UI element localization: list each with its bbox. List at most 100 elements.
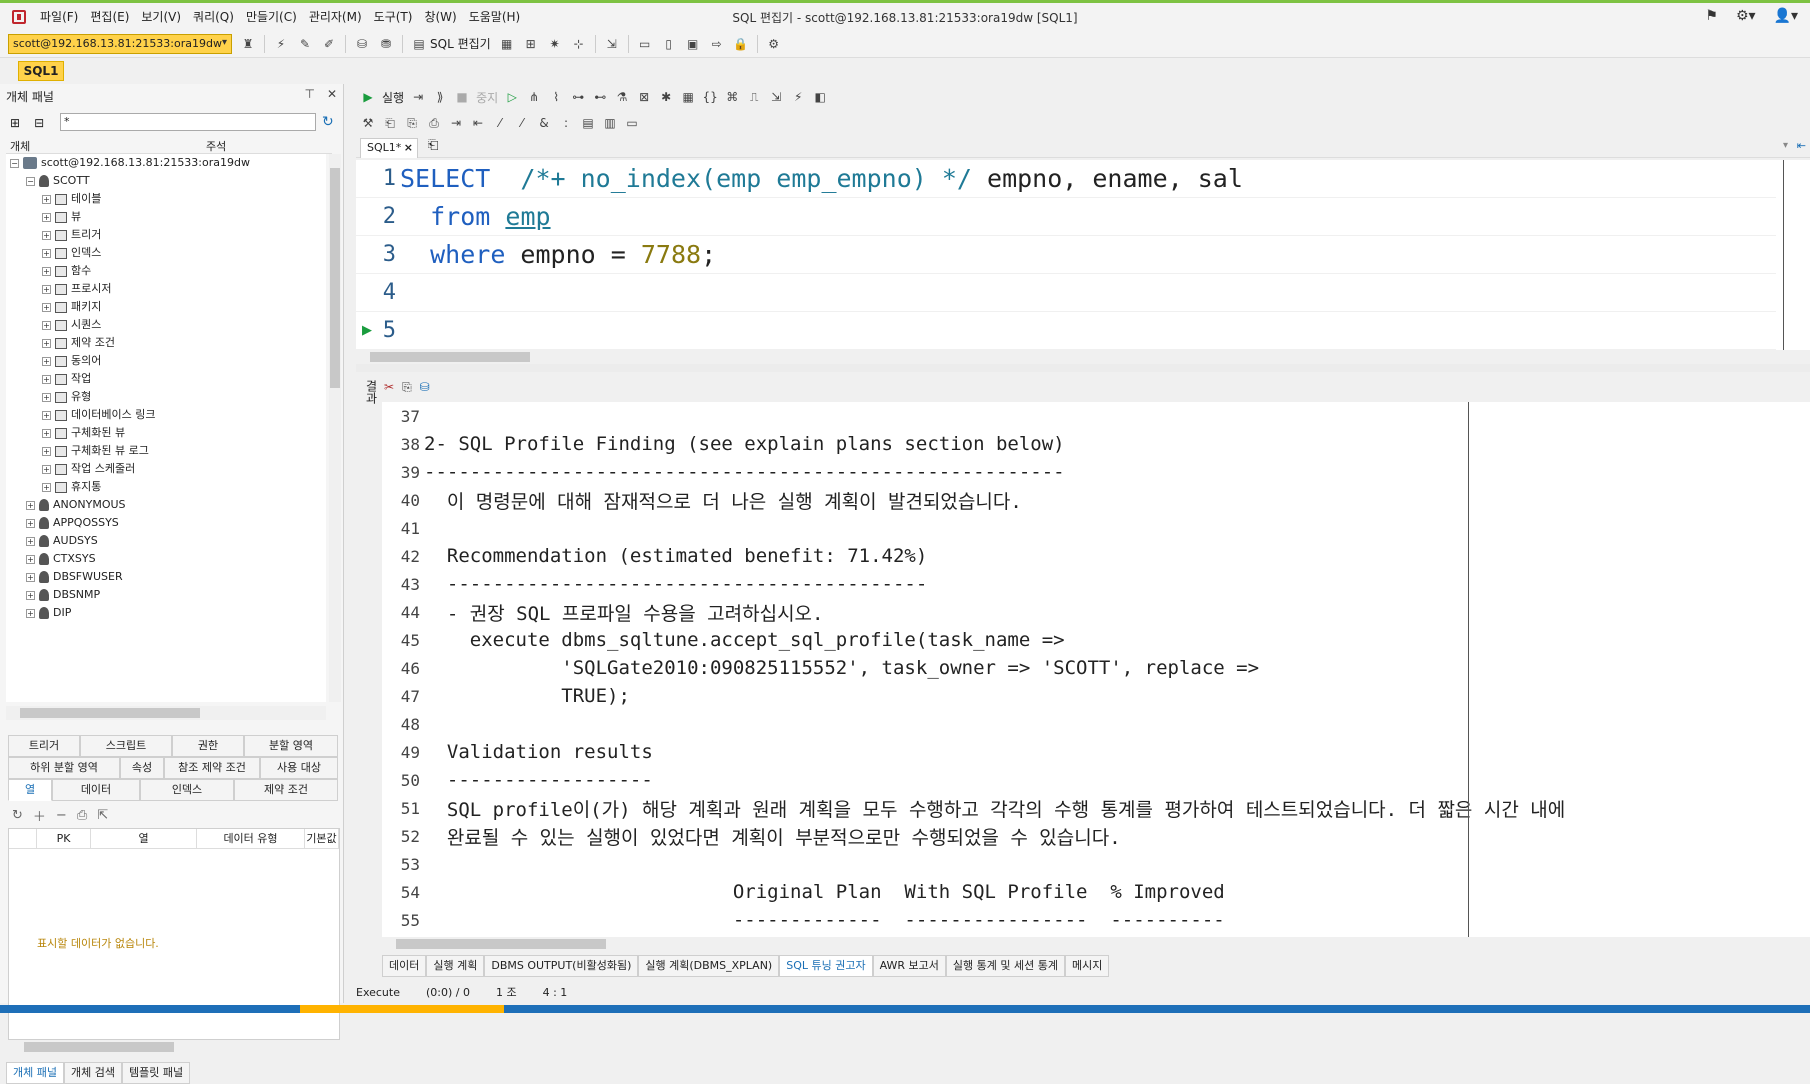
expand-icon[interactable]: + — [26, 554, 35, 564]
grid-mode-icon[interactable]: ▦ — [680, 89, 696, 105]
grid-col-column[interactable]: 열 — [91, 829, 197, 848]
print-icon[interactable]: ⎙ — [77, 808, 87, 823]
layout-icon[interactable]: ▥ — [602, 115, 618, 131]
close-icon[interactable]: × — [404, 139, 413, 157]
menu-view[interactable]: 보기(V) — [135, 8, 187, 25]
prop-tab-column[interactable]: 열 — [8, 779, 52, 801]
refresh-icon[interactable]: ↻ — [322, 114, 334, 130]
grid-horizontal-scrollbar[interactable] — [8, 1040, 340, 1054]
tree-item-object-type[interactable]: + 작업 — [42, 370, 91, 388]
options-icon[interactable]: ⚙ — [766, 36, 782, 52]
trace-icon[interactable]: ⌇ — [548, 89, 564, 105]
expand-icon[interactable]: + — [42, 338, 51, 348]
sql-editor[interactable]: 1 SELECT /*+ no_index(emp emp_empno) */ … — [356, 160, 1810, 350]
layout-horizontal-icon[interactable]: ▭ — [637, 36, 653, 52]
tree-item-object-type[interactable]: + 구체화된 뷰 로그 — [42, 442, 149, 460]
monitor-icon[interactable]: ⇲ — [604, 36, 620, 52]
indent-icon[interactable]: ⇥ — [448, 115, 464, 131]
panel-tab-templates[interactable]: 템플릿 패널 — [121, 1062, 191, 1084]
tree-item-object-type[interactable]: + 뷰 — [42, 208, 81, 226]
uncomment-icon[interactable]: ⁄ — [514, 115, 530, 131]
bug-icon[interactable]: ✱ — [658, 89, 674, 105]
tree-item-schema[interactable]: + APPQOSSYS — [26, 514, 119, 532]
tree-item-schema[interactable]: + AUDSYS — [26, 532, 98, 550]
ampersand-icon[interactable]: & — [536, 115, 552, 131]
awr-icon[interactable]: ⊠ — [636, 89, 652, 105]
menu-admin[interactable]: 관리자(M) — [303, 8, 368, 25]
result-tab[interactable]: DBMS OUTPUT(비활성화됨) — [484, 955, 639, 977]
tree-horizontal-scrollbar[interactable] — [6, 706, 326, 720]
expand-icon[interactable]: + — [42, 266, 51, 276]
expand-icon[interactable]: + — [42, 284, 51, 294]
tab-list-icon[interactable]: ▾ — [1783, 140, 1788, 151]
scrollbar-thumb[interactable] — [20, 708, 200, 718]
commit-icon[interactable]: ⛁ — [354, 36, 370, 52]
settings-gear-icon[interactable]: ⚙▾ — [1736, 8, 1756, 24]
tree-item-object-type[interactable]: + 함수 — [42, 262, 91, 280]
form-icon[interactable]: ▤ — [580, 115, 596, 131]
prop-tab-attribute[interactable]: 속성 — [120, 757, 164, 779]
debug-icon[interactable]: ✷ — [547, 36, 563, 52]
expand-icon[interactable]: + — [42, 212, 51, 222]
tree-item-object-type[interactable]: + 테이블 — [42, 190, 101, 208]
menu-window[interactable]: 창(W) — [418, 8, 462, 25]
expand-icon[interactable]: + — [42, 356, 51, 366]
expand-all-icon[interactable]: ⊞ — [10, 116, 20, 130]
run-icon[interactable]: ▶ — [360, 89, 376, 105]
export-icon[interactable]: ⇨ — [709, 36, 725, 52]
prop-tab-ref-constraint[interactable]: 참조 제약 조건 — [164, 757, 260, 779]
expand-icon[interactable]: + — [42, 248, 51, 258]
connection-select[interactable]: scott@192.168.13.81:21533:ora19dw ▾ — [8, 33, 232, 54]
results-horizontal-scrollbar[interactable] — [382, 937, 1810, 951]
tree-item-object-type[interactable]: + 유형 — [42, 388, 91, 406]
new-icon[interactable]: ⎗ — [382, 115, 398, 131]
sql-icon[interactable]: ⚡ — [790, 89, 806, 105]
lamp-icon[interactable]: ♜ — [240, 36, 256, 52]
menu-help[interactable]: 도움말(H) — [463, 8, 527, 25]
object-filter-input[interactable]: * — [60, 113, 316, 131]
tree-vertical-scrollbar[interactable] — [329, 154, 341, 702]
layout-vertical-icon[interactable]: ▯ — [661, 36, 677, 52]
tree-item-schema[interactable]: + ANONYMOUS — [26, 496, 126, 514]
stop-button[interactable]: 중지 — [476, 89, 498, 106]
expand-icon[interactable]: + — [42, 464, 51, 474]
rollback-icon[interactable]: ⛃ — [378, 36, 394, 52]
refresh-icon[interactable]: ↻ — [12, 808, 23, 823]
add-icon[interactable]: ＋ — [33, 806, 46, 825]
editor-horizontal-scrollbar[interactable] — [356, 350, 1810, 364]
expand-icon[interactable]: + — [42, 194, 51, 204]
import-icon[interactable]: ⇲ — [768, 89, 784, 105]
connect-icon[interactable]: ⚡ — [273, 36, 289, 52]
prop-tab-trigger[interactable]: 트리거 — [8, 735, 80, 757]
result-tab[interactable]: AWR 보고서 — [872, 955, 946, 977]
scrollbar-thumb[interactable] — [370, 352, 530, 362]
result-tab[interactable]: 메시지 — [1065, 955, 1110, 977]
scrollbar-thumb[interactable] — [330, 168, 340, 388]
prop-tab-data[interactable]: 데이터 — [52, 779, 140, 801]
collapse-icon[interactable]: − — [26, 176, 35, 186]
expand-icon[interactable]: + — [26, 536, 35, 546]
tree-item-schema[interactable]: + CTXSYS — [26, 550, 96, 568]
outdent-icon[interactable]: ⇤ — [470, 115, 486, 131]
tree-item-object-type[interactable]: + 휴지통 — [42, 478, 101, 496]
tree-item-object-type[interactable]: + 데이터베이스 링크 — [42, 406, 155, 424]
remove-icon[interactable]: − — [56, 808, 67, 823]
colon-icon[interactable]: : — [558, 115, 574, 131]
grid-col-pk[interactable]: PK — [37, 829, 91, 848]
tuning-icon[interactable]: ⚗ — [614, 89, 630, 105]
open-icon[interactable]: ⎘ — [404, 115, 420, 131]
user-account-icon[interactable]: 👤▾ — [1774, 8, 1798, 24]
expand-icon[interactable]: + — [42, 374, 51, 384]
prop-tab-script[interactable]: 스크립트 — [80, 735, 172, 757]
tree-item-object-type[interactable]: + 동의어 — [42, 352, 101, 370]
prop-tab-constraint[interactable]: 제약 조건 — [234, 779, 338, 801]
pin-icon[interactable]: ⊤ — [304, 87, 314, 101]
doc-tab-sql1[interactable]: SQL1 — [18, 61, 64, 81]
run-button[interactable]: 실행 — [382, 89, 404, 106]
notification-icon[interactable]: ⚑ — [1705, 8, 1718, 24]
prop-tab-privilege[interactable]: 권한 — [172, 735, 244, 757]
menu-edit[interactable]: 편집(E) — [84, 8, 135, 25]
chart-icon[interactable]: ⎍ — [746, 89, 762, 105]
reconnect-icon[interactable]: ✐ — [321, 36, 337, 52]
expand-icon[interactable]: + — [42, 446, 51, 456]
